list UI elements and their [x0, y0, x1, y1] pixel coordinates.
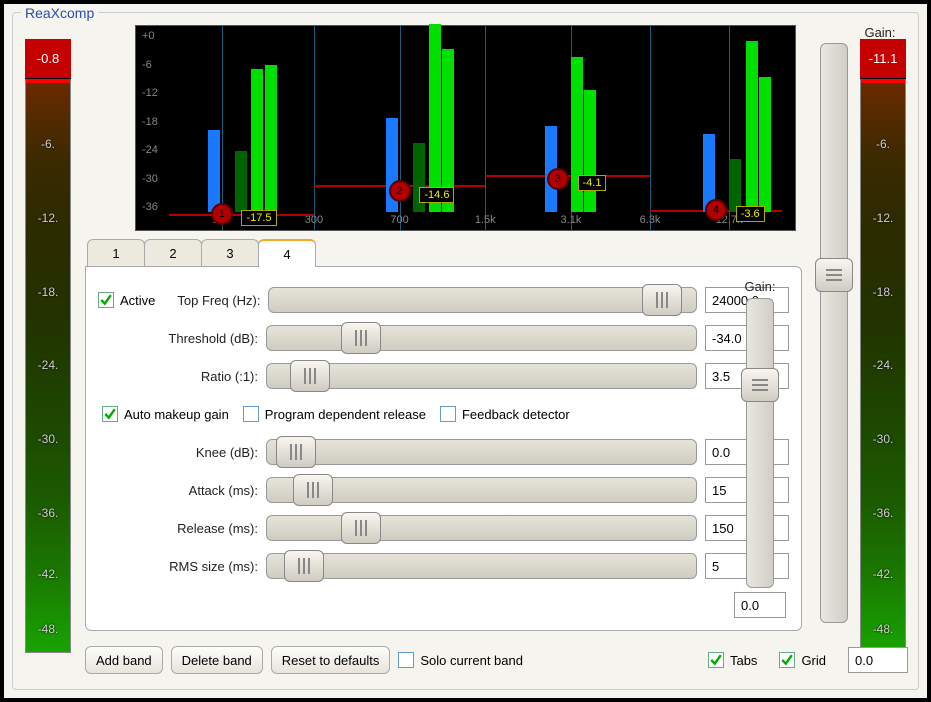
- threshold-slider[interactable]: [266, 325, 697, 351]
- attack-slider[interactable]: [266, 477, 697, 503]
- knee-label: Knee (dB):: [98, 445, 258, 460]
- solo-checkbox[interactable]: Solo current band: [398, 652, 523, 668]
- attack-label: Attack (ms):: [98, 483, 258, 498]
- band-node-1[interactable]: 1: [211, 203, 233, 225]
- rms-slider[interactable]: [266, 553, 697, 579]
- footer-gain-value[interactable]: 0.0: [848, 647, 908, 673]
- rms-label: RMS size (ms):: [98, 559, 258, 574]
- topfreq-label: Top Freq (Hz):: [177, 293, 260, 308]
- release-label: Release (ms):: [98, 521, 258, 536]
- delete-band-button[interactable]: Delete band: [171, 646, 263, 674]
- knee-slider[interactable]: [266, 439, 697, 465]
- tab-band-2[interactable]: 2: [144, 239, 202, 267]
- band-tabbar: 1 2 3 4: [87, 239, 802, 267]
- pdr-checkbox[interactable]: Program dependent release: [243, 406, 426, 422]
- tab-band-1[interactable]: 1: [87, 239, 145, 267]
- ratio-label: Ratio (:1):: [98, 369, 258, 384]
- feedback-checkbox[interactable]: Feedback detector: [440, 406, 570, 422]
- window-title: ReaXcomp: [21, 5, 98, 21]
- reset-defaults-button[interactable]: Reset to defaults: [271, 646, 391, 674]
- band-node-3[interactable]: 3: [547, 168, 569, 190]
- threshold-label: Threshold (dB):: [98, 331, 258, 346]
- release-slider[interactable]: [266, 515, 697, 541]
- ratio-slider[interactable]: [266, 363, 697, 389]
- band-gain-label: Gain:: [744, 279, 775, 294]
- band-value-3: -4.1: [578, 175, 607, 191]
- add-band-button[interactable]: Add band: [85, 646, 163, 674]
- active-checkbox[interactable]: Active: [98, 292, 155, 308]
- grid-checkbox[interactable]: Grid: [779, 652, 826, 668]
- band-value-1: -17.5: [241, 210, 276, 226]
- main-gain-slider[interactable]: [820, 43, 848, 623]
- band-value-4: -3.6: [736, 206, 765, 222]
- main-gain-label: Gain:: [864, 25, 895, 40]
- tab-band-3[interactable]: 3: [201, 239, 259, 267]
- band-gain-value[interactable]: 0.0: [734, 592, 786, 618]
- tabs-checkbox[interactable]: Tabs: [708, 652, 757, 668]
- band-gain-slider[interactable]: [746, 298, 774, 588]
- band-value-2: -14.6: [419, 187, 454, 203]
- auto-makeup-checkbox[interactable]: Auto makeup gain: [102, 406, 229, 422]
- band-node-4[interactable]: 4: [705, 199, 727, 221]
- tab-band-4[interactable]: 4: [258, 239, 316, 267]
- spectrum-graph[interactable]: +0 -6 -12 -18 -24 -30 -36 100 300 700 1.…: [135, 25, 796, 231]
- band-panel: Active Top Freq (Hz): 24000.0 Threshold …: [85, 266, 802, 631]
- topfreq-slider[interactable]: [268, 287, 697, 313]
- band-node-2[interactable]: 2: [389, 180, 411, 202]
